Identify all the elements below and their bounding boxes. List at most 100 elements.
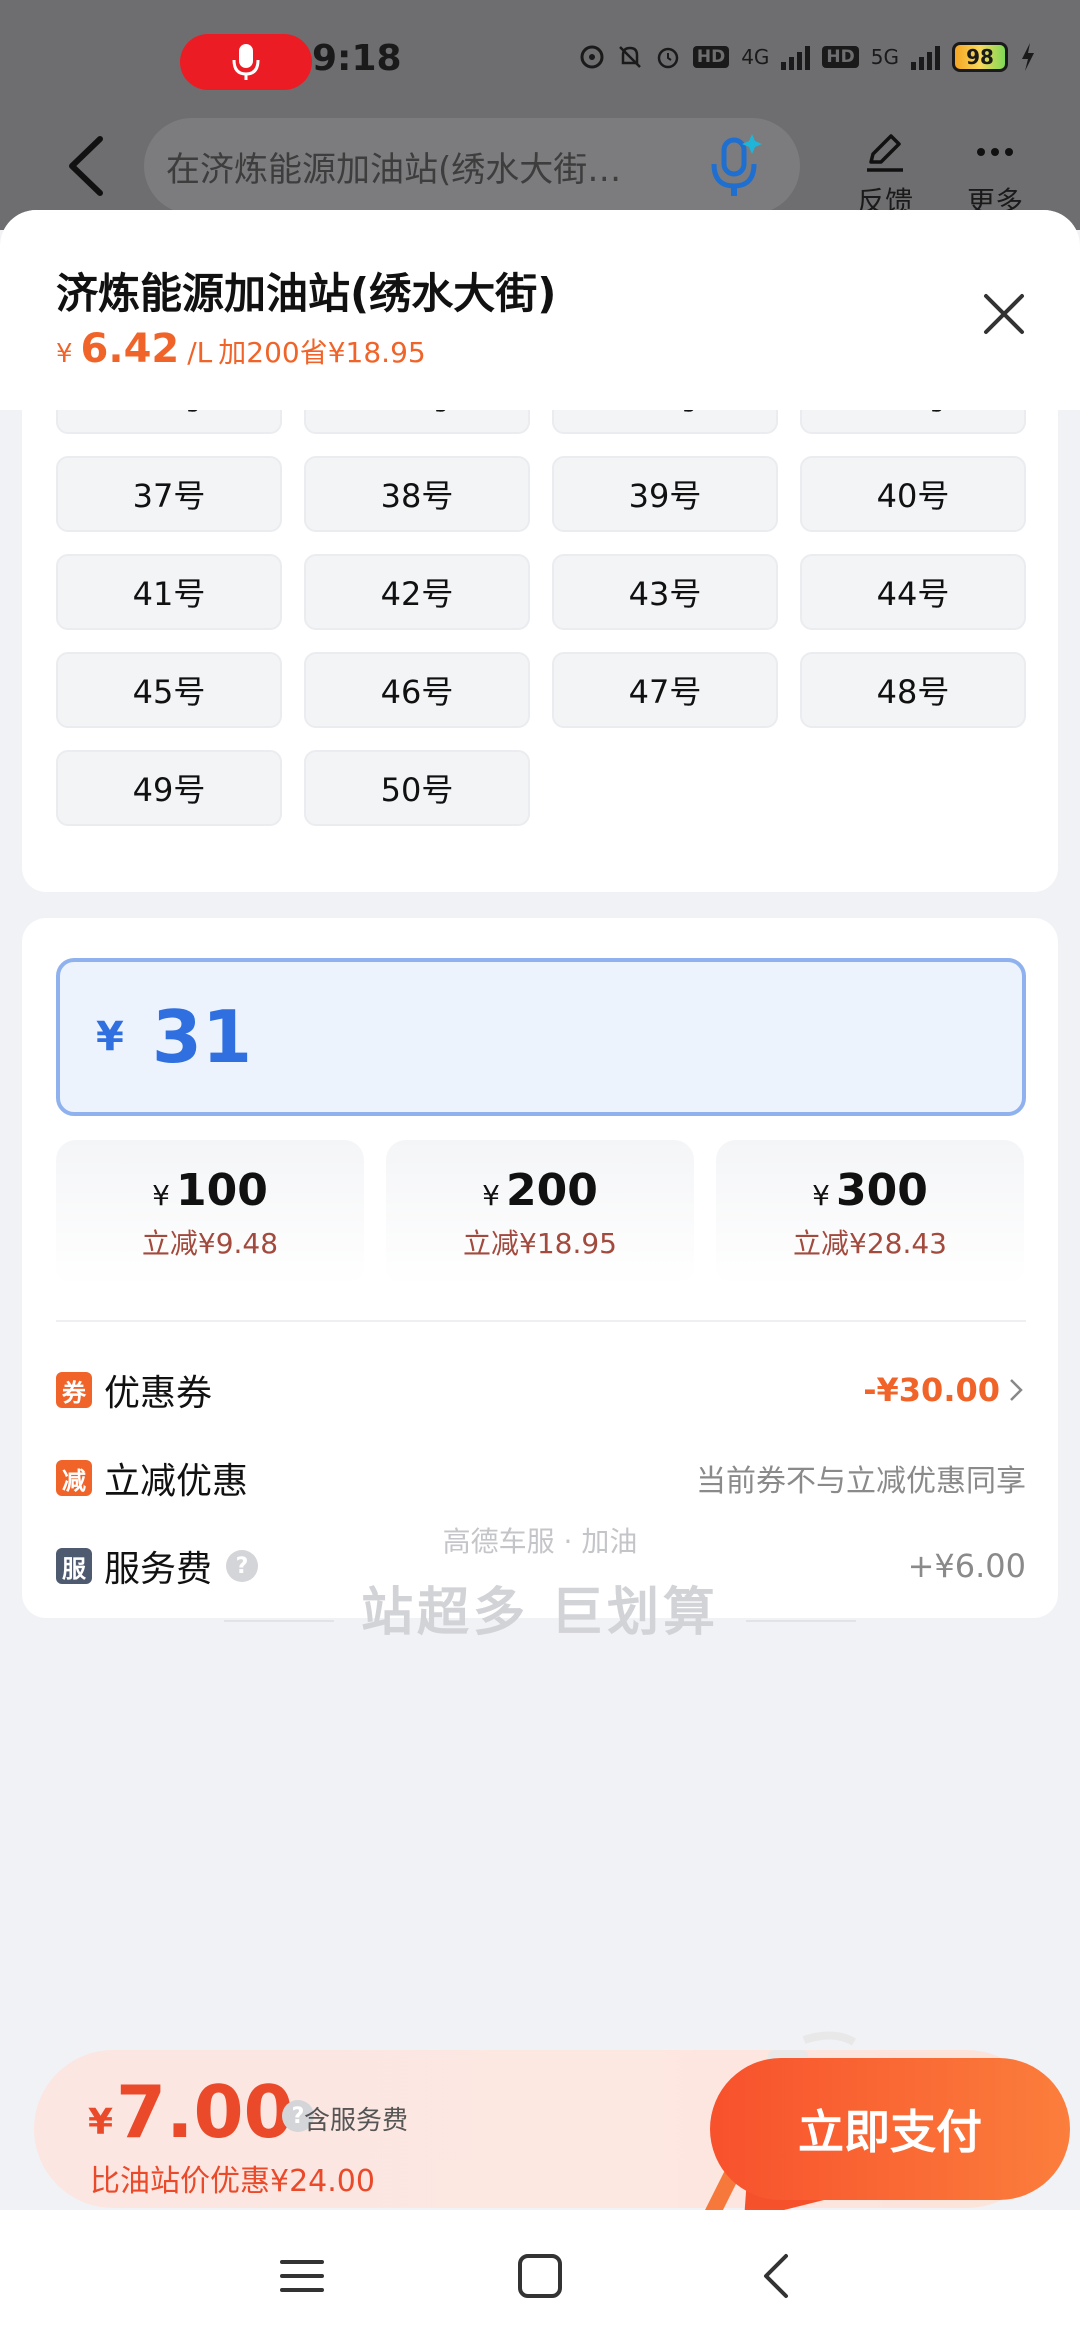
chip-amount: ¥300 [812, 1165, 928, 1216]
coupon-row[interactable]: 券 优惠券 -¥30.00 [56, 1360, 1026, 1420]
chip-amount-value: 300 [835, 1164, 928, 1216]
hd-badge: HD [692, 46, 730, 68]
voice-assistant-icon[interactable] [704, 132, 764, 202]
quick-amounts: ¥100 立减¥9.48 ¥200 立减¥18.95 ¥300 立减¥28.43 [56, 1140, 1024, 1286]
pay-currency: ¥ [88, 2102, 114, 2143]
pump-option[interactable]: 42号 [304, 554, 530, 630]
price-currency: ¥ [56, 339, 73, 369]
chevron-right-icon [1010, 1379, 1023, 1401]
price-line: ¥ 6.42 /L 加200省¥18.95 [56, 326, 426, 372]
more-dots-icon [977, 148, 1013, 156]
pump-option[interactable]: 48号 [800, 652, 1026, 728]
quick-amount-chip[interactable]: ¥200 立减¥18.95 [386, 1140, 694, 1286]
signal-icon-2 [911, 44, 940, 70]
search-text: 在济炼能源加油站(绣水大街… [166, 149, 622, 190]
pump-option[interactable]: 44号 [800, 554, 1026, 630]
pay-now-button[interactable]: 立即支付 [710, 2058, 1070, 2200]
recording-indicator[interactable] [180, 34, 312, 90]
brand-divider-right [746, 1620, 856, 1622]
chip-currency: ¥ [482, 1178, 500, 1212]
pump-option[interactable]: 35号 [552, 410, 778, 434]
payment-bar: ¥ 7.00 ? 含服务费 比油站价优惠¥24.00 立即支付 [34, 2031, 1070, 2238]
chip-currency: ¥ [812, 1178, 830, 1212]
chip-amount: ¥200 [482, 1165, 598, 1216]
price-promo: 加200省¥18.95 [218, 336, 426, 369]
close-icon[interactable] [976, 286, 1032, 342]
instant-value: 当前券不与立减优惠同享 [696, 1464, 1026, 1499]
pay-saving: 比油站价优惠¥24.00 [90, 2164, 375, 2199]
charging-icon [1022, 43, 1034, 71]
battery-icon: 98 [952, 42, 1008, 72]
home-icon[interactable] [510, 2246, 570, 2306]
instant-discount-row: 减 立减优惠 当前券不与立减优惠同享 [56, 1448, 1026, 1508]
payment-sheet: 33号 34号 35号 36号 37号 38号 39号 40号 41号 42号 43号 44号 45号 4… [0, 210, 1080, 2340]
status-icons: HD 4G HD 5G 98 [579, 42, 1036, 72]
amount-input[interactable]: ¥ 31 [56, 958, 1026, 1116]
divider [56, 1320, 1026, 1322]
pump-option[interactable]: 46号 [304, 652, 530, 728]
pump-option[interactable]: 36号 [800, 410, 1026, 434]
coupon-tag-icon: 券 [56, 1372, 92, 1408]
back-nav-icon[interactable] [748, 2246, 808, 2306]
pump-option[interactable]: 50号 [304, 750, 530, 826]
status-bar: 9:18 HD 4G HD 5G 98 [0, 0, 1080, 120]
more-button[interactable]: 更多 [950, 110, 1040, 220]
pump-option[interactable]: 41号 [56, 554, 282, 630]
instant-label: 立减优惠 [104, 1461, 249, 1502]
fuel-price: 6.42 [80, 326, 180, 372]
brand-divider-left [224, 1620, 334, 1622]
edit-pencil-icon [867, 134, 903, 172]
hd-badge-2: HD [822, 46, 859, 68]
brand-footer: 高德车服 · 加油 站超多 巨划算 [0, 1520, 1080, 1645]
chip-amount-value: 200 [505, 1164, 598, 1216]
alarm-icon [657, 47, 679, 69]
signal-icon [781, 44, 811, 70]
pump-option[interactable]: 47号 [552, 652, 778, 728]
station-name: 济炼能源加油站(绣水大街) [56, 269, 557, 318]
pump-option[interactable]: 39号 [552, 456, 778, 532]
pump-option[interactable]: 45号 [56, 652, 282, 728]
search-bar[interactable]: 在济炼能源加油站(绣水大街… [144, 118, 800, 214]
mute-bell-icon [618, 46, 641, 68]
pump-option[interactable]: 34号 [304, 410, 530, 434]
pump-option[interactable]: 40号 [800, 456, 1026, 532]
chip-amount: ¥100 [152, 1165, 268, 1216]
pump-option[interactable]: 37号 [56, 456, 282, 532]
pump-option[interactable]: 49号 [56, 750, 282, 826]
quick-amount-chip[interactable]: ¥100 立减¥9.48 [56, 1140, 364, 1286]
quick-amount-chip[interactable]: ¥300 立减¥28.43 [716, 1140, 1024, 1286]
instant-tag-icon: 减 [56, 1460, 92, 1496]
microphone-icon [232, 44, 260, 80]
pump-option[interactable]: 43号 [552, 554, 778, 630]
system-navigation-bar [0, 2210, 1080, 2340]
chip-amount-value: 100 [175, 1164, 268, 1216]
network-type-5g: 5G [870, 45, 899, 69]
coupon-label: 优惠券 [104, 1373, 213, 1414]
back-arrow-icon [69, 136, 103, 196]
feedback-button[interactable]: 反馈 [840, 110, 930, 220]
pump-grid: 33号 34号 35号 36号 37号 38号 39号 40号 41号 42号 43号 44号 45号 4… [56, 410, 1026, 826]
pay-includes-fee: 含服务费 [304, 2106, 409, 2136]
chip-discount: 立减¥18.95 [463, 1226, 617, 1260]
sheet-header: 济炼能源加油站(绣水大街) ¥ 6.42 /L 加200省¥18.95 [0, 210, 1080, 410]
chip-currency: ¥ [152, 1178, 170, 1212]
coupon-value-wrap: -¥30.00 [863, 1371, 1026, 1409]
price-unit: /L [187, 336, 213, 369]
coupon-value: -¥30.00 [863, 1371, 1000, 1409]
pay-amount: 7.00 [116, 2070, 294, 2154]
brand-name: 高德车服 · 加油 [442, 1525, 638, 1558]
amount-currency: ¥ [96, 1014, 124, 1060]
pump-selector: 33号 34号 35号 36号 37号 38号 39号 40号 41号 42号 43号 44号 45号 4… [22, 410, 1058, 892]
hotspot-icon [580, 45, 604, 69]
network-type-4g: 4G [741, 45, 770, 69]
chip-discount: 立减¥28.43 [793, 1226, 947, 1260]
menu-icon[interactable] [272, 2246, 332, 2306]
pump-option[interactable]: 38号 [304, 456, 530, 532]
pump-option[interactable]: 33号 [56, 410, 282, 434]
chip-discount: 立减¥9.48 [141, 1226, 279, 1260]
amount-value: 31 [151, 995, 253, 1079]
clock: 9:18 [312, 38, 402, 79]
amount-card: ¥ 31 ¥100 立减¥9.48 ¥200 立减¥18.95 ¥300 立减¥28.43… [22, 918, 1058, 1618]
brand-slogan: 站超多 巨划算 [360, 1583, 720, 1643]
back-button[interactable] [56, 126, 116, 206]
